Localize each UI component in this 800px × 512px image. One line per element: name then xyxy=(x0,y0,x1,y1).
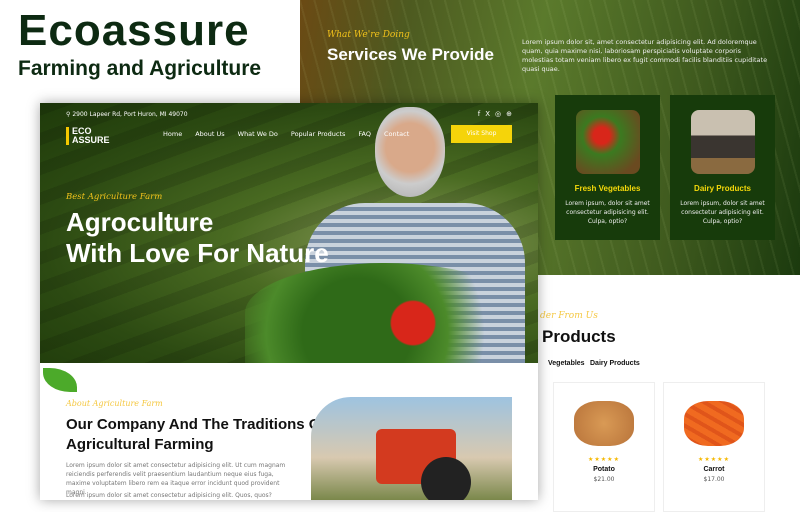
products-title: Products xyxy=(542,327,616,346)
about-paragraph: Lorem ipsum dolor sit amet consectetur a… xyxy=(66,492,272,499)
tab-vegetables[interactable]: Vegetables xyxy=(548,360,585,367)
nav-about-us[interactable]: About Us xyxy=(195,130,224,138)
tab-dairy-products[interactable]: Dairy Products xyxy=(590,360,640,367)
potato-image xyxy=(574,401,634,446)
tractor-image xyxy=(311,397,512,500)
instagram-icon[interactable]: ◎ xyxy=(495,110,501,118)
product-card[interactable]: ★★★★★ Potato $21.00 xyxy=(553,382,655,512)
nav-home[interactable]: Home xyxy=(163,130,182,138)
about-title: Our Company And The Traditions Of Agricu… xyxy=(66,416,326,453)
hero-section: ⚲ 2900 Lapeer Rd, Port Huron, MI 49070 f… xyxy=(40,103,538,363)
services-text: Lorem ipsum dolor sit, amet consectetur … xyxy=(522,38,768,73)
product-name: Carrot xyxy=(703,466,725,473)
logo[interactable]: ECO ASSURE xyxy=(66,127,110,145)
service-card-title: Fresh Vegetables xyxy=(574,184,641,193)
logo-line: ASSURE xyxy=(72,135,110,145)
x-icon[interactable]: X xyxy=(485,110,490,118)
service-card[interactable]: Fresh Vegetables Lorem ipsum, dolor sit … xyxy=(555,95,660,240)
address-text: 2900 Lapeer Rd, Port Huron, MI 49070 xyxy=(72,111,188,118)
hero-title-line: Agroculture xyxy=(66,207,214,237)
product-price: $17.00 xyxy=(703,476,725,483)
about-kicker: About Agriculture Farm xyxy=(66,399,163,408)
products-kicker: der From Us xyxy=(540,311,598,321)
nav-popular-products[interactable]: Popular Products xyxy=(291,130,346,138)
product-name: Potato xyxy=(593,466,615,473)
hero-kicker: Best Agriculture Farm xyxy=(66,192,163,202)
nav-contact[interactable]: Contact xyxy=(384,130,409,138)
services-title: Services We Provide xyxy=(327,45,494,64)
nav-faq[interactable]: FAQ xyxy=(358,130,371,138)
pinterest-icon[interactable]: ⊕ xyxy=(506,110,512,118)
products-section: der From Us Products Vegetables Dairy Pr… xyxy=(540,275,800,512)
homepage-preview: ⚲ 2900 Lapeer Rd, Port Huron, MI 49070 f… xyxy=(40,103,538,500)
dairy-image xyxy=(690,110,755,174)
service-card-text: Lorem ipsum, dolor sit amet consectetur … xyxy=(680,200,765,225)
carrot-image xyxy=(684,401,744,446)
hero-title: Agroculture With Love For Nature xyxy=(66,207,329,269)
facebook-icon[interactable]: f xyxy=(478,110,480,118)
product-price: $21.00 xyxy=(593,476,615,483)
visit-shop-button[interactable]: Visit Shop xyxy=(451,125,512,143)
leaf-icon xyxy=(43,368,77,392)
rating-stars: ★★★★★ xyxy=(588,456,620,463)
promo-title: Ecoassure xyxy=(18,6,250,55)
vegetables-image xyxy=(575,110,640,174)
address: ⚲ 2900 Lapeer Rd, Port Huron, MI 49070 xyxy=(66,111,188,118)
rating-stars: ★★★★★ xyxy=(698,456,730,463)
social-links: f X ◎ ⊕ xyxy=(478,110,512,118)
service-card-title: Dairy Products xyxy=(694,184,751,193)
services-kicker: What We're Doing xyxy=(327,30,410,40)
product-card[interactable]: ★★★★★ Carrot $17.00 xyxy=(663,382,765,512)
service-card-text: Lorem ipsum, dolor sit amet consectetur … xyxy=(565,200,650,225)
promo-subtitle: Farming and Agriculture xyxy=(18,57,262,80)
service-card[interactable]: Dairy Products Lorem ipsum, dolor sit am… xyxy=(670,95,775,240)
hero-title-line: With Love For Nature xyxy=(66,238,329,268)
nav-what-we-do[interactable]: What We Do xyxy=(238,130,278,138)
main-nav: Home About Us What We Do Popular Product… xyxy=(163,130,409,138)
